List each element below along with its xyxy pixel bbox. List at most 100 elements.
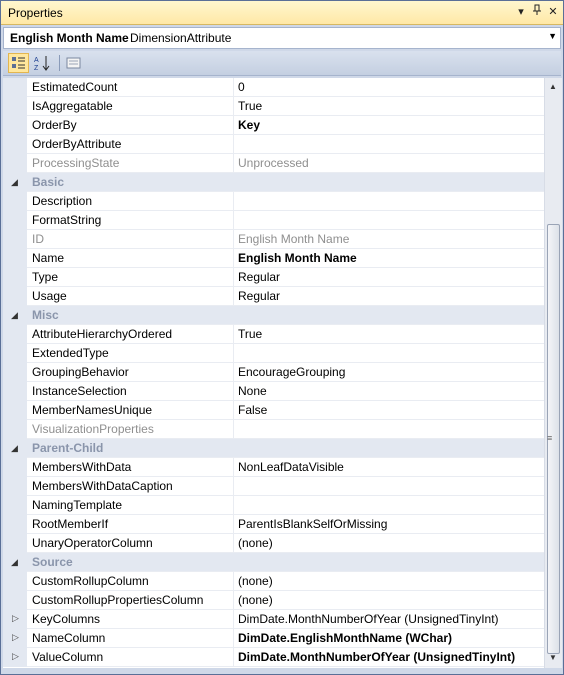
property-value[interactable]: DimDate.MonthNumberOfYear (UnsignedTinyI… — [235, 648, 544, 667]
property-name: InstanceSelection — [27, 382, 234, 401]
property-value[interactable]: Regular — [235, 287, 544, 306]
toolbar-separator — [59, 55, 60, 71]
property-row-customrollupcolumn[interactable]: CustomRollupColumn (none) — [3, 572, 544, 591]
property-row-orderby[interactable]: OrderBy Key — [3, 116, 544, 135]
categorized-icon — [12, 57, 25, 69]
dropdown-arrow-icon[interactable]: ▾ — [513, 4, 529, 20]
property-value[interactable] — [235, 344, 544, 363]
property-value[interactable]: (none) — [235, 591, 544, 610]
property-row-name[interactable]: Name English Month Name — [3, 249, 544, 268]
property-value[interactable]: (none) — [235, 534, 544, 553]
object-name: English Month Name — [10, 31, 129, 45]
property-row-rootmemberif[interactable]: RootMemberIf ParentIsBlankSelfOrMissing — [3, 515, 544, 534]
category-basic[interactable]: ◢ Basic — [3, 173, 544, 192]
property-name: ValueColumn — [27, 648, 234, 667]
property-value[interactable]: NonLeafDataVisible — [235, 458, 544, 477]
property-name: RootMemberIf — [27, 515, 234, 534]
scroll-down-icon[interactable]: ▼ — [549, 653, 557, 662]
property-row-usage[interactable]: Usage Regular — [3, 287, 544, 306]
property-name: IsAggregatable — [27, 97, 234, 116]
alphabetical-button[interactable]: A Z — [32, 53, 53, 73]
property-name: FormatString — [27, 211, 234, 230]
category-misc[interactable]: ◢ Misc — [3, 306, 544, 325]
property-value[interactable]: False — [235, 401, 544, 420]
pin-icon[interactable] — [529, 4, 545, 20]
property-row-orderbyattribute[interactable]: OrderByAttribute — [3, 135, 544, 154]
svg-text:A: A — [34, 57, 39, 64]
property-name: ID — [27, 230, 234, 249]
property-row-customrolluppropertiescolumn[interactable]: CustomRollupPropertiesColumn (none) — [3, 591, 544, 610]
property-row-instanceselection[interactable]: InstanceSelection None — [3, 382, 544, 401]
property-value[interactable] — [235, 192, 544, 211]
property-value[interactable]: Key — [235, 116, 544, 135]
property-row-memberswithdatacaption[interactable]: MembersWithDataCaption — [3, 477, 544, 496]
collapse-icon[interactable]: ◢ — [11, 443, 18, 454]
expand-icon[interactable]: ▷ — [12, 613, 19, 624]
property-row-namingtemplate[interactable]: NamingTemplate — [3, 496, 544, 515]
property-name: EstimatedCount — [27, 78, 234, 97]
property-row-membernamesunique[interactable]: MemberNamesUnique False — [3, 401, 544, 420]
property-row-unaryoperatorcolumn[interactable]: UnaryOperatorColumn (none) — [3, 534, 544, 553]
property-name: KeyColumns — [27, 610, 234, 629]
grip-icon: ≡ — [547, 433, 553, 443]
property-value[interactable]: True — [235, 97, 544, 116]
property-value[interactable]: Regular — [235, 268, 544, 287]
object-type: DimensionAttribute — [130, 31, 232, 45]
property-name: Name — [27, 249, 234, 268]
property-row-id[interactable]: ID English Month Name — [3, 230, 544, 249]
categorized-button[interactable] — [8, 53, 29, 73]
property-value[interactable] — [235, 135, 544, 154]
property-name: Usage — [27, 287, 234, 306]
collapse-icon[interactable]: ◢ — [11, 557, 18, 568]
property-value[interactable]: DimDate.MonthNumberOfYear (UnsignedTinyI… — [235, 610, 544, 629]
alphabetical-icon: A Z — [34, 56, 50, 72]
chevron-down-icon[interactable]: ▼ — [548, 31, 557, 41]
svg-text:Z: Z — [34, 65, 39, 72]
property-value[interactable]: EncourageGrouping — [235, 363, 544, 382]
property-value[interactable]: 0 — [235, 78, 544, 97]
property-row-attributehierarchyordered[interactable]: AttributeHierarchyOrdered True — [3, 325, 544, 344]
property-name: Type — [27, 268, 234, 287]
property-value — [235, 420, 544, 439]
property-name: VisualizationProperties — [27, 420, 234, 439]
category-source[interactable]: ◢ Source — [3, 553, 544, 572]
property-value[interactable]: None — [235, 382, 544, 401]
property-row-visualizationproperties[interactable]: VisualizationProperties — [3, 420, 544, 439]
property-row-processingstate[interactable]: ProcessingState Unprocessed — [3, 154, 544, 173]
property-name: GroupingBehavior — [27, 363, 234, 382]
property-row-namecolumn[interactable]: ▷ NameColumn DimDate.EnglishMonthName (WCh… — [3, 629, 544, 648]
collapse-icon[interactable]: ◢ — [11, 177, 18, 188]
category-parent-child[interactable]: ◢ Parent-Child — [3, 439, 544, 458]
property-value[interactable] — [235, 477, 544, 496]
property-value[interactable] — [235, 496, 544, 515]
property-value[interactable]: True — [235, 325, 544, 344]
property-row-description[interactable]: Description — [3, 192, 544, 211]
property-row-groupingbehavior[interactable]: GroupingBehavior EncourageGrouping — [3, 363, 544, 382]
property-name: UnaryOperatorColumn — [27, 534, 234, 553]
vertical-scrollbar[interactable]: ▲ ≡ ▼ — [544, 78, 562, 668]
property-value[interactable]: English Month Name — [235, 249, 544, 268]
property-pages-button[interactable] — [63, 53, 84, 73]
property-row-extendedtype[interactable]: ExtendedType — [3, 344, 544, 363]
expand-icon[interactable]: ▷ — [12, 651, 19, 662]
property-name: OrderBy — [27, 116, 234, 135]
property-row-estimatedcount[interactable]: EstimatedCount 0 — [3, 78, 544, 97]
collapse-icon[interactable]: ◢ — [11, 310, 18, 321]
close-icon[interactable]: ✕ — [545, 4, 561, 20]
property-name: NamingTemplate — [27, 496, 234, 515]
scroll-up-icon[interactable]: ▲ — [549, 82, 557, 91]
property-value[interactable]: (none) — [235, 572, 544, 591]
property-row-type[interactable]: Type Regular — [3, 268, 544, 287]
property-row-valuecolumn[interactable]: ▷ ValueColumn DimDate.MonthNumberOfYear (U… — [3, 648, 544, 667]
property-row-isaggregatable[interactable]: IsAggregatable True — [3, 97, 544, 116]
object-selector[interactable]: English Month Name DimensionAttribute ▼ — [3, 27, 561, 49]
property-row-formatstring[interactable]: FormatString — [3, 211, 544, 230]
category-label: Source — [32, 555, 73, 569]
property-value[interactable]: ParentIsBlankSelfOrMissing — [235, 515, 544, 534]
property-value[interactable]: DimDate.EnglishMonthName (WChar) — [235, 629, 544, 648]
property-row-keycolumns[interactable]: ▷ KeyColumns DimDate.MonthNumberOfYear (Un… — [3, 610, 544, 629]
category-label: Parent-Child — [32, 441, 104, 455]
expand-icon[interactable]: ▷ — [12, 632, 19, 643]
property-value[interactable] — [235, 211, 544, 230]
property-row-memberswithdata[interactable]: MembersWithData NonLeafDataVisible — [3, 458, 544, 477]
